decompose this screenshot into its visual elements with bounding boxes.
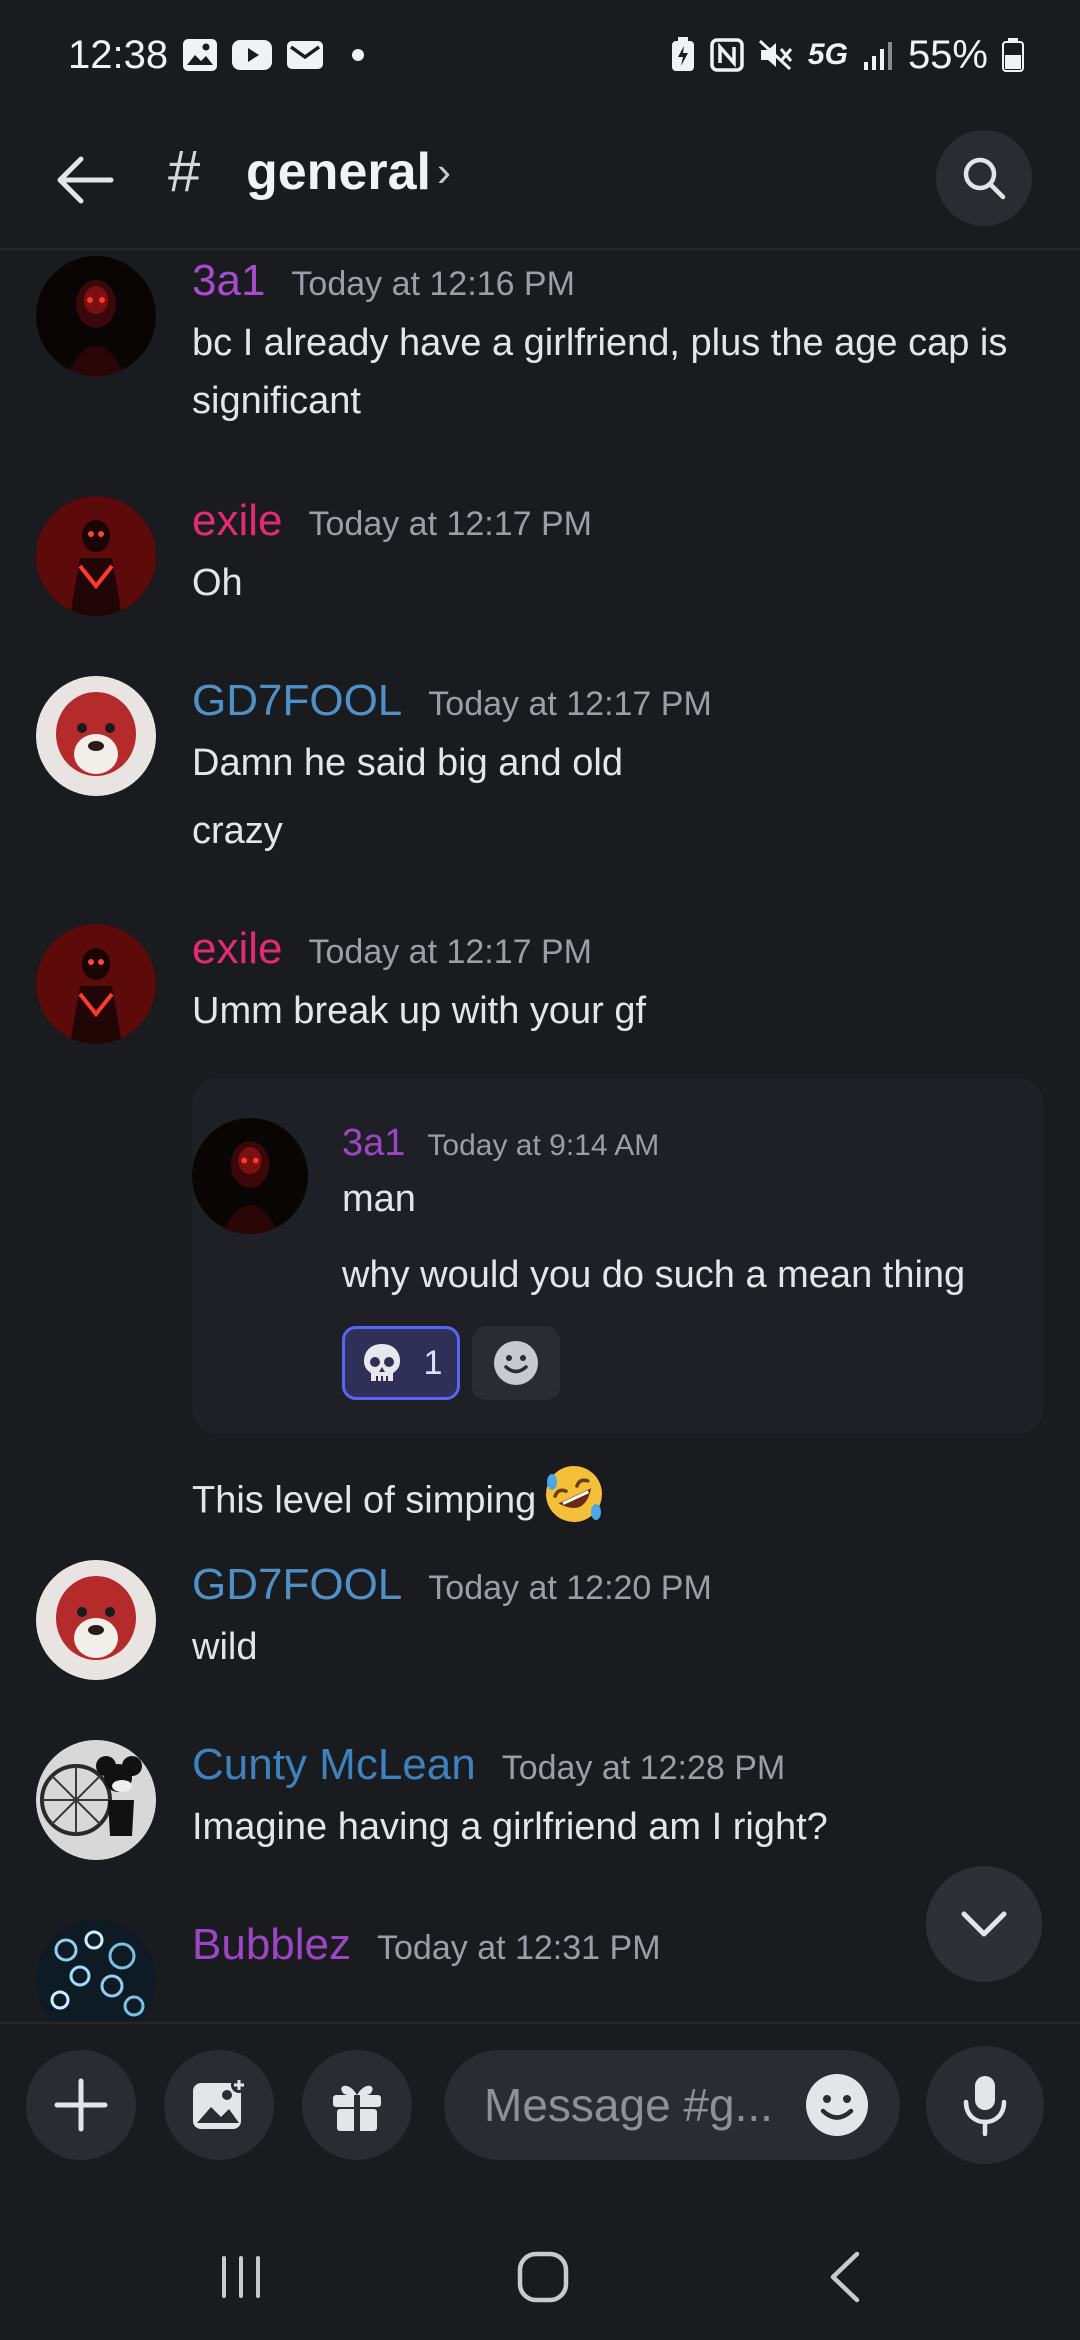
battery-icon: [1002, 35, 1024, 75]
message-text: Oh: [192, 562, 243, 604]
mute-icon: [758, 35, 794, 75]
avatar[interactable]: [36, 1920, 156, 2020]
recent-apps-icon: [222, 2256, 260, 2298]
smiley-add-icon: [494, 1341, 538, 1385]
search-icon: [963, 157, 1006, 200]
message-list[interactable]: 3a1 Today at 12:16 PM bc I already have …: [0, 252, 1080, 2020]
message-timestamp: Today at 12:20 PM: [428, 1569, 712, 1607]
notification-dot-icon: [352, 49, 365, 61]
reaction-count: 1: [423, 1343, 443, 1382]
message-timestamp: Today at 12:28 PM: [501, 1749, 786, 1787]
back-chevron-icon: [830, 2251, 860, 2303]
image-icon: [193, 2077, 247, 2129]
home-button[interactable]: [498, 2232, 588, 2322]
youtube-icon: [232, 35, 273, 75]
avatar[interactable]: [36, 256, 156, 376]
gift-button[interactable]: [302, 2050, 412, 2160]
message-author[interactable]: exile: [192, 924, 283, 974]
message-timestamp: Today at 12:17 PM: [308, 505, 593, 543]
quoted-timestamp: Today at 9:14 AM: [427, 1129, 660, 1162]
search-button[interactable]: [936, 130, 1032, 226]
skull-icon: [363, 1344, 400, 1381]
arrow-left-icon: [57, 156, 114, 204]
forwarded-message-card[interactable]: 3a1 Today at 9:14 AM man why would you d…: [192, 1078, 1044, 1434]
rolling-laughing-emoji-icon: [542, 1462, 606, 1543]
system-back-button[interactable]: [800, 2232, 890, 2322]
battery-percent: 55%: [907, 32, 988, 77]
message-text: This level of simping: [192, 1462, 1042, 1543]
recent-apps-button[interactable]: [196, 2232, 286, 2322]
message-text-content: This level of simping: [192, 1479, 537, 1522]
avatar[interactable]: [36, 1740, 156, 1860]
quoted-avatar[interactable]: [192, 1118, 308, 1234]
back-button[interactable]: [50, 140, 120, 220]
quoted-text: man: [342, 1178, 416, 1220]
message-timestamp: Today at 12:17 PM: [428, 685, 712, 723]
avatar[interactable]: [36, 496, 156, 616]
home-icon: [517, 2251, 569, 2303]
message-input-placeholder: Message #g...: [484, 2079, 773, 2131]
smiley-icon: [806, 2074, 868, 2136]
emoji-picker-button[interactable]: [802, 2070, 872, 2140]
chevron-down-icon: [961, 1911, 1007, 1937]
message-text: wild: [192, 1626, 258, 1668]
gift-icon: [333, 2085, 381, 2131]
plus-icon: [54, 2078, 108, 2132]
add-reaction-button[interactable]: [472, 1326, 560, 1400]
status-time: 12:38: [68, 32, 169, 77]
message-author[interactable]: 3a1: [192, 256, 265, 306]
network-type: 5G: [807, 38, 848, 71]
quoted-author[interactable]: 3a1: [342, 1122, 405, 1165]
message-text: Imagine having a girlfriend am I right?: [192, 1806, 828, 1848]
microphone-icon: [963, 2076, 1007, 2136]
discord-chat-screen: 12:38 5G 55% # general › 3a1 Today at 12…: [0, 0, 1080, 2340]
message-author[interactable]: GD7FOOL: [192, 1560, 402, 1610]
message-timestamp: Today at 12:16 PM: [291, 265, 575, 303]
message-text: bc I already have a girlfriend, plus the…: [192, 322, 1008, 422]
system-navigation-bar: [0, 2192, 1080, 2340]
message-timestamp: Today at 12:31 PM: [377, 1929, 661, 1967]
channel-hash-icon: #: [168, 139, 201, 204]
signal-icon: [862, 35, 894, 75]
voice-message-button[interactable]: [926, 2046, 1044, 2164]
jump-to-present-button[interactable]: [926, 1866, 1042, 1982]
reaction-skull[interactable]: 1: [342, 1326, 460, 1400]
message-input[interactable]: Message #g...: [444, 2050, 900, 2160]
status-bar: 12:38 5G 55%: [0, 0, 1080, 110]
channel-header: # general ›: [0, 110, 1080, 250]
mail-icon: [286, 35, 324, 75]
chevron-right-icon[interactable]: ›: [437, 148, 451, 196]
avatar[interactable]: [36, 676, 156, 796]
image-button[interactable]: [164, 2050, 274, 2160]
gallery-icon: [182, 35, 218, 75]
message-timestamp: Today at 12:17 PM: [308, 933, 593, 971]
avatar[interactable]: [36, 1560, 156, 1680]
battery-saver-icon: [670, 35, 696, 75]
add-attachment-button[interactable]: [26, 2050, 136, 2160]
channel-title[interactable]: general: [246, 142, 431, 202]
nfc-icon: [710, 35, 744, 75]
message-text: Damn he said big and old: [192, 742, 623, 784]
message-author[interactable]: Bubblez: [192, 1920, 351, 1970]
message-author[interactable]: Cunty McLean: [192, 1740, 476, 1790]
message-text: Umm break up with your gf: [192, 990, 647, 1032]
quoted-text: why would you do such a mean thing: [342, 1254, 966, 1296]
message-author[interactable]: exile: [192, 496, 283, 546]
message-text: crazy: [192, 810, 283, 852]
message-composer: Message #g...: [0, 2022, 1080, 2192]
message-author[interactable]: GD7FOOL: [192, 676, 402, 726]
avatar[interactable]: [36, 924, 156, 1044]
